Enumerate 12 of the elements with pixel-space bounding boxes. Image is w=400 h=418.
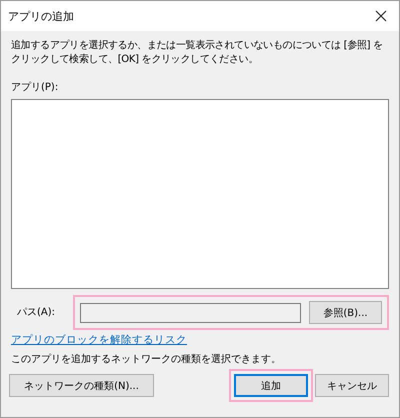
unblock-risk-link[interactable]: アプリのブロックを解除するリスク (11, 333, 187, 347)
path-field[interactable] (80, 302, 301, 322)
window-title: アプリの追加 (8, 8, 74, 24)
browse-button[interactable]: 参照(B)... (309, 301, 382, 324)
network-type-button[interactable]: ネットワークの種類(N)... (9, 374, 154, 397)
instruction-text: 追加するアプリを選択するか、または一覧表示されていないものについては [参照] をクリックして検索して、[OK] をクリックしてください。 (11, 39, 384, 67)
dialog-button[interactable]: 追加 (234, 374, 308, 397)
dialog-button[interactable]: キャンセル (315, 374, 389, 397)
app-list-label: アプリ(P): (11, 81, 60, 95)
close-icon[interactable] (375, 10, 387, 22)
path-label: パス(A): (16, 306, 56, 320)
network-note-text: このアプリを追加するネットワークの種類を選択できます。 (11, 353, 282, 367)
